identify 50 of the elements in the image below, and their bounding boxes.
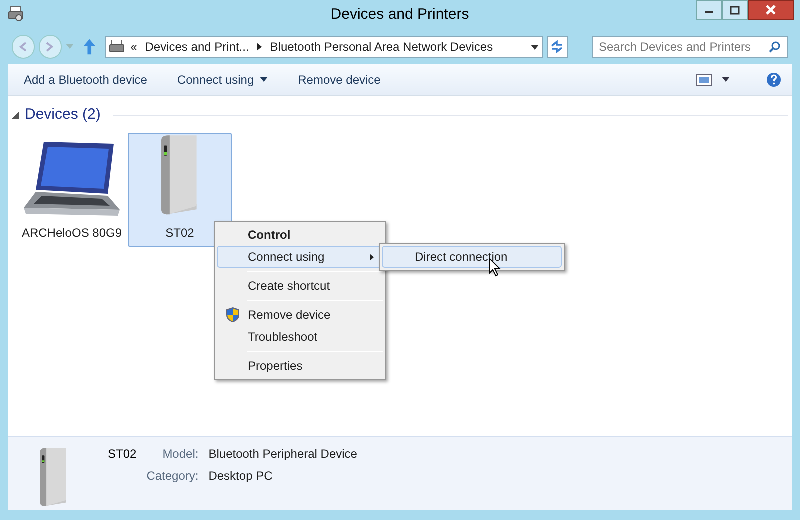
field-label: Model:	[162, 446, 199, 463]
menu-label: Control	[248, 227, 292, 244]
menu-label: Connect using	[248, 249, 326, 266]
separator-arrow-icon[interactable]	[257, 43, 262, 51]
caret-icon[interactable]	[722, 77, 730, 82]
address-bar[interactable]: « Devices and Print... Bluetooth Personal Area Network Devices	[104, 36, 543, 58]
collapse-arrow-icon[interactable]	[12, 112, 19, 119]
refresh-icon	[550, 40, 564, 54]
close-icon	[765, 5, 777, 15]
field-value: Bluetooth Peripheral Device	[208, 446, 358, 463]
field-label: Category:	[146, 468, 199, 485]
menu-label: Troubleshoot	[248, 329, 319, 346]
device-name: ST02	[166, 224, 194, 242]
device-name: ST02	[108, 446, 137, 463]
toolbar-button[interactable]: Connect using	[167, 68, 278, 92]
search-input[interactable]: Search Devices and Printers	[598, 38, 769, 56]
dropdown-caret-icon[interactable]	[531, 44, 539, 50]
minimize-button[interactable]	[696, 0, 722, 20]
search-field[interactable]: Search Devices and Printers	[592, 36, 788, 58]
menu-label: Properties	[248, 358, 304, 375]
toolbar-button[interactable]: Remove device	[288, 68, 391, 92]
menu-item[interactable]: Properties	[217, 355, 383, 377]
menu-item[interactable]: Troubleshoot	[217, 326, 383, 348]
help-icon[interactable]	[766, 72, 782, 88]
search-icon[interactable]	[769, 41, 781, 53]
group-heading[interactable]: Devices (2)	[25, 104, 101, 126]
submenu-arrow-icon	[370, 254, 374, 260]
breadcrumb[interactable]: Devices and Print...	[145, 38, 250, 56]
shield-icon	[226, 307, 240, 323]
printer-icon[interactable]	[8, 6, 24, 22]
breadcrumb[interactable]: Bluetooth Personal Area Network Devices	[270, 38, 494, 56]
device-name: ARCHeloOS 80G9	[22, 224, 122, 242]
printer-icon	[108, 40, 125, 54]
refresh-button[interactable]	[547, 36, 568, 58]
menu-item[interactable]: Remove device	[217, 304, 383, 326]
device-tile[interactable]: ARCHeloOS 80G9	[20, 132, 124, 246]
menu-label: Remove device	[248, 307, 332, 324]
menu-item[interactable]: Create shortcut	[217, 275, 383, 297]
maximize-button[interactable]	[722, 0, 748, 20]
field-value: Desktop PC	[208, 468, 274, 485]
device-tile[interactable]: ST02	[128, 132, 232, 246]
window-title: Devices and Printers	[330, 4, 470, 25]
menu-item[interactable]: Direct connection	[382, 246, 562, 268]
caret-icon	[260, 77, 268, 82]
overflow-chevron[interactable]: «	[130, 38, 138, 56]
close-button[interactable]	[748, 0, 794, 20]
maximize-icon	[730, 6, 740, 14]
menu-label: Create shortcut	[248, 278, 332, 295]
toolbar-button[interactable]: Add a Bluetooth device	[14, 68, 158, 92]
view-icon[interactable]	[696, 74, 712, 86]
